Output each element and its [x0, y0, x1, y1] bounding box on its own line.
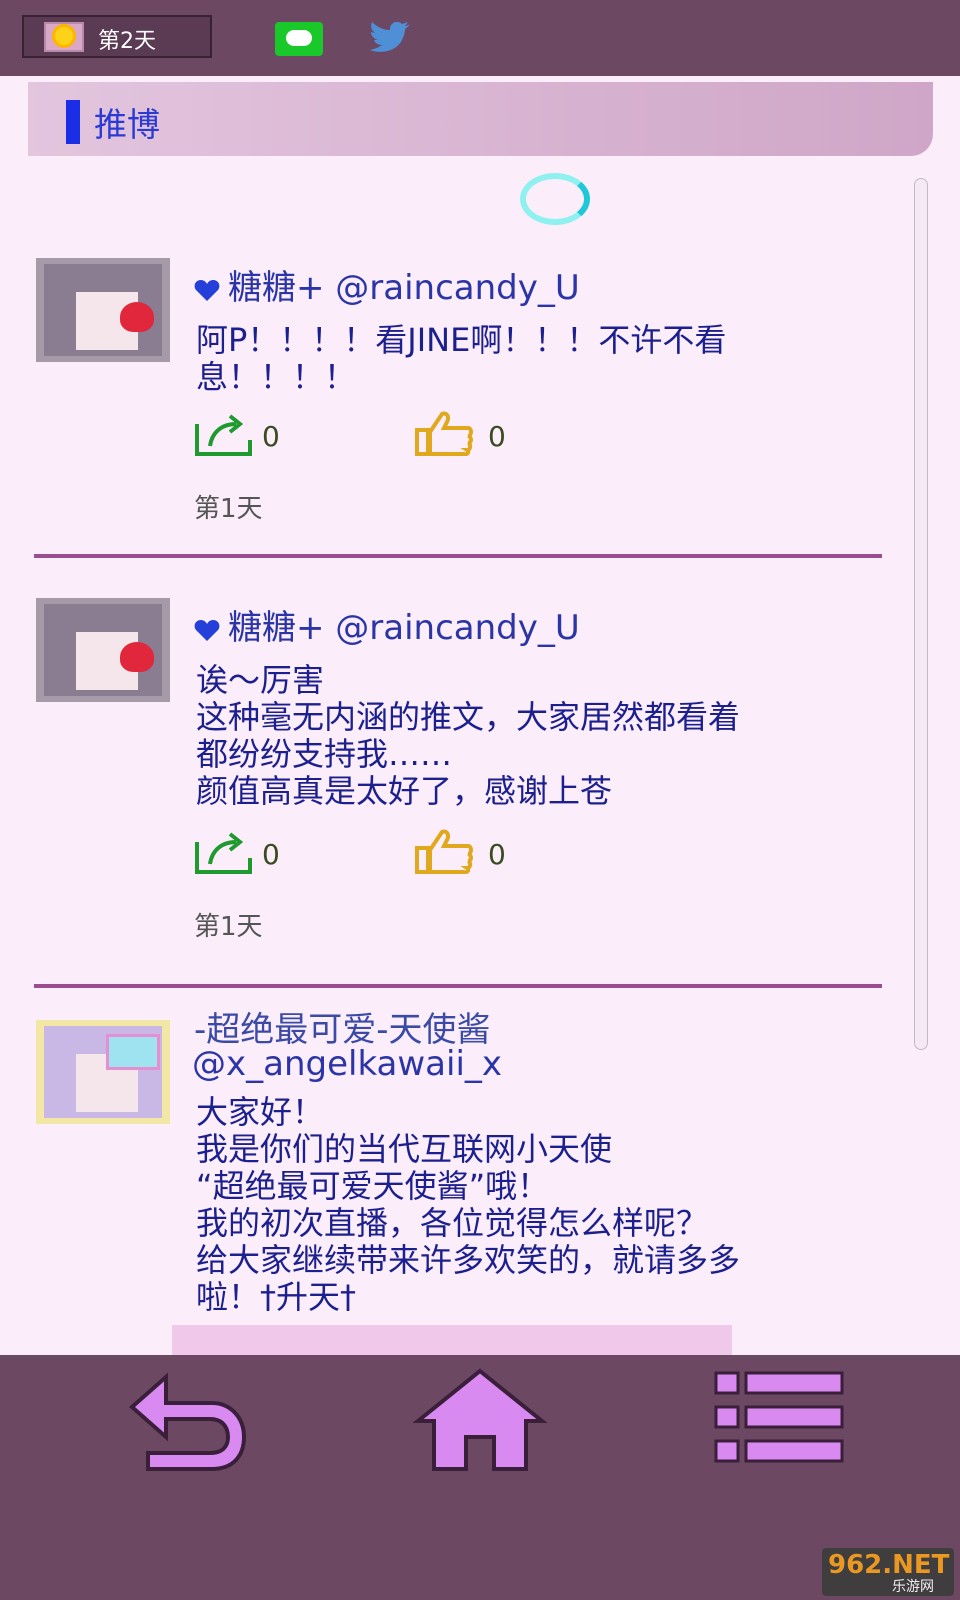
- heart-icon: [194, 279, 220, 301]
- twitter-icon[interactable]: [366, 20, 414, 58]
- status-bar: 第2天: [0, 0, 960, 76]
- share-count: 0: [262, 420, 280, 453]
- tweet-author: 糖糖+ @raincandy_U: [194, 600, 580, 649]
- tweet-body: 阿P！！！！看JINE啊！！！不许不看 息！！！！: [196, 322, 727, 396]
- day-label: 第2天: [98, 29, 156, 54]
- bottom-navigation: [0, 1355, 960, 1600]
- avatar[interactable]: [36, 258, 170, 362]
- sun-icon: [44, 22, 84, 52]
- post-divider: [34, 554, 882, 558]
- avatar[interactable]: [36, 1020, 170, 1124]
- tweet-author-text: 糖糖+ @raincandy_U: [228, 608, 580, 648]
- day-indicator: 第2天: [22, 15, 212, 58]
- share-count: 0: [262, 838, 280, 871]
- menu-icon[interactable]: [710, 1365, 850, 1475]
- tweet-time: 第1天: [194, 494, 263, 524]
- share-icon[interactable]: [194, 410, 254, 456]
- like-count: 0: [488, 838, 506, 871]
- back-icon[interactable]: [118, 1365, 258, 1475]
- heart-icon: [194, 619, 220, 641]
- tweet-body: 大家好！ 我是你们的当代互联网小天使 “超绝最可爱天使酱”哦！ 我的初次直播，各…: [196, 1094, 741, 1316]
- site-watermark: 962.NET 乐游网: [822, 1548, 954, 1596]
- tweet-image[interactable]: [172, 1325, 732, 1355]
- share-icon[interactable]: [194, 828, 254, 874]
- home-icon[interactable]: [410, 1365, 550, 1475]
- section-header: 推博: [28, 82, 933, 156]
- avatar[interactable]: [36, 598, 170, 702]
- tweet-author: 糖糖+ @raincandy_U: [194, 260, 580, 309]
- post-divider: [34, 984, 882, 988]
- like-count: 0: [488, 420, 506, 453]
- thumbs-up-icon[interactable]: [414, 828, 474, 874]
- tweet-author-text: 糖糖+ @raincandy_U: [228, 268, 580, 308]
- watermark-sub: 乐游网: [892, 1579, 934, 1595]
- section-title: 推博: [94, 105, 160, 144]
- line-app-icon[interactable]: [275, 22, 323, 56]
- section-marker: [66, 100, 80, 144]
- tweet-time: 第1天: [194, 912, 263, 942]
- tweet-author-handle: @x_angelkawaii_x: [192, 1044, 503, 1084]
- tweet-body: 诶～厉害 这种毫无内涵的推文，大家居然都看着 都纷纷支持我…… 颜值高真是太好了…: [196, 662, 741, 810]
- feed-scrollbar[interactable]: [914, 178, 928, 1050]
- thumbs-up-icon[interactable]: [414, 410, 474, 456]
- loading-icon: [520, 173, 590, 225]
- tweet-feed[interactable]: 糖糖+ @raincandy_U 阿P！！！！看JINE啊！！！不许不看 息！！…: [0, 230, 882, 1355]
